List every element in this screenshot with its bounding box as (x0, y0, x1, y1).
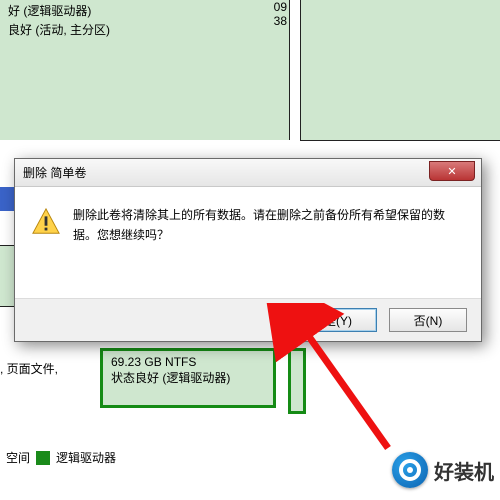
delete-volume-dialog: 删除 简单卷 ✕ 删除此卷将清除其上的所有数据。请在删除之前备份所有希望保留的数… (14, 158, 482, 342)
dialog-titlebar[interactable]: 删除 简单卷 ✕ (15, 159, 481, 187)
partition-size: 69.23 GB NTFS (111, 355, 265, 369)
legend-row: 空间 逻辑驱动器 (0, 445, 122, 470)
dialog-content: 删除此卷将清除其上的所有数据。请在删除之前备份所有希望保留的数据。您想继续吗？ (15, 187, 481, 256)
warning-icon (31, 207, 61, 237)
numeric-column: 09 38 (274, 0, 287, 28)
close-icon: ✕ (447, 165, 456, 178)
watermark-logo-icon (392, 452, 428, 488)
no-button[interactable]: 否(N) (389, 308, 467, 332)
dialog-title: 删除 简单卷 (23, 164, 86, 181)
disk-info-panel-right (300, 0, 500, 141)
primary-partition-strip (0, 187, 15, 211)
logical-partition-strip (0, 245, 15, 307)
partition-block[interactable]: 69.23 GB NTFS 状态良好 (逻辑驱动器) (100, 348, 276, 408)
disk-info-panel: 好 (逻辑驱动器) 良好 (活动, 主分区) 09 38 (0, 0, 290, 140)
partition-block-adjacent[interactable] (288, 348, 306, 414)
volume-status-row-1: 好 (逻辑驱动器) (8, 2, 281, 19)
close-button[interactable]: ✕ (429, 161, 475, 181)
yes-button[interactable]: 是(Y) (299, 308, 377, 332)
watermark: 好装机 (392, 452, 494, 488)
value-top: 09 (274, 0, 287, 14)
value-bottom: 38 (274, 14, 287, 28)
legend-swatch-logical (36, 451, 50, 465)
legend-label: 逻辑驱动器 (56, 449, 116, 466)
dialog-message: 删除此卷将清除其上的所有数据。请在删除之前备份所有希望保留的数据。您想继续吗？ (73, 205, 465, 246)
dialog-button-row: 是(Y) 否(N) (15, 298, 481, 341)
disk-label-text: , 页面文件, (0, 360, 95, 377)
volume-status-row-2: 良好 (活动, 主分区) (8, 21, 281, 38)
partition-status: 状态良好 (逻辑驱动器) (111, 369, 265, 386)
legend-prefix: 空间 (6, 449, 30, 466)
watermark-text: 好装机 (434, 456, 494, 485)
